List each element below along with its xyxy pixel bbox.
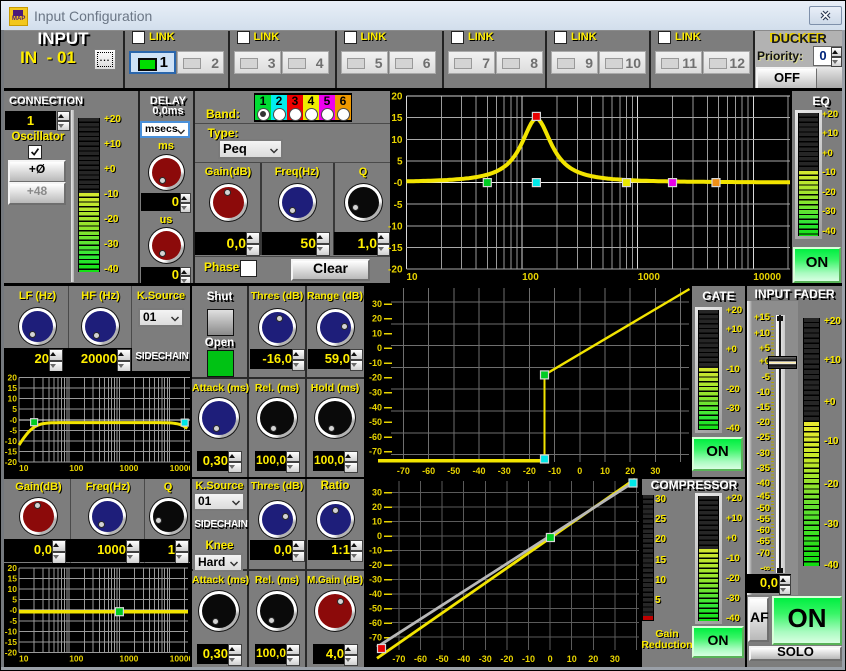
svg-text:10000: 10000 (753, 272, 781, 283)
svg-text:-20: -20 (5, 457, 18, 467)
svg-text:10: 10 (372, 328, 382, 338)
svg-text:10: 10 (600, 466, 610, 476)
svg-text:30: 30 (372, 488, 382, 498)
svg-text:20: 20 (625, 466, 635, 476)
svg-text:5: 5 (12, 404, 17, 414)
svg-text:-30: -30 (369, 388, 382, 398)
svg-text:10: 10 (372, 517, 382, 527)
svg-text:-50: -50 (369, 604, 382, 614)
svg-text:-60: -60 (422, 466, 435, 476)
svg-text:-20: -20 (388, 265, 403, 276)
svg-text:-10: -10 (369, 546, 382, 556)
svg-text:-5: -5 (9, 425, 17, 435)
svg-text:1000: 1000 (638, 272, 661, 283)
svg-text:-50: -50 (447, 466, 460, 476)
svg-text:10: 10 (407, 272, 419, 283)
svg-text:15: 15 (391, 113, 403, 124)
svg-text:1000: 1000 (119, 654, 138, 664)
svg-text:-10: -10 (548, 466, 561, 476)
svg-text:-40: -40 (457, 654, 470, 664)
svg-text:-70: -70 (369, 633, 382, 643)
svg-text:20: 20 (8, 373, 18, 383)
svg-text:10: 10 (8, 394, 18, 404)
svg-text:-20: -20 (523, 466, 536, 476)
svg-text:-50: -50 (369, 417, 382, 427)
svg-text:-0: -0 (9, 415, 17, 425)
svg-text:30: 30 (650, 466, 660, 476)
svg-text:-60: -60 (369, 618, 382, 628)
svg-text:-5: -5 (394, 200, 403, 211)
svg-text:-30: -30 (498, 466, 511, 476)
svg-text:30: 30 (610, 654, 620, 664)
svg-text:10: 10 (19, 463, 29, 473)
svg-text:-20: -20 (5, 648, 18, 658)
svg-text:30: 30 (372, 299, 382, 309)
svg-text:-0: -0 (9, 605, 17, 615)
svg-text:0: 0 (377, 531, 382, 541)
svg-text:15: 15 (8, 383, 18, 393)
svg-text:20: 20 (588, 654, 598, 664)
svg-text:-70: -70 (397, 466, 410, 476)
svg-text:10: 10 (567, 654, 577, 664)
svg-text:-10: -10 (5, 436, 18, 446)
svg-text:10: 10 (19, 654, 29, 664)
svg-text:-40: -40 (472, 466, 485, 476)
svg-text:15: 15 (8, 574, 18, 584)
svg-text:-10: -10 (522, 654, 535, 664)
svg-text:20: 20 (391, 92, 403, 103)
svg-text:-70: -70 (369, 447, 382, 457)
svg-text:-40: -40 (369, 402, 382, 412)
svg-text:-30: -30 (479, 654, 492, 664)
svg-text:-10: -10 (388, 221, 403, 232)
svg-text:20: 20 (8, 563, 18, 573)
svg-text:-10: -10 (5, 626, 18, 636)
svg-text:-15: -15 (388, 243, 403, 254)
svg-text:-15: -15 (5, 447, 18, 457)
svg-text:10: 10 (8, 584, 18, 594)
svg-text:100: 100 (522, 272, 539, 283)
svg-text:20: 20 (372, 314, 382, 324)
svg-text:-15: -15 (5, 637, 18, 647)
svg-text:-5: -5 (9, 616, 17, 626)
svg-text:0: 0 (377, 343, 382, 353)
svg-text:5: 5 (12, 595, 17, 605)
svg-text:-20: -20 (369, 373, 382, 383)
svg-text:20: 20 (372, 502, 382, 512)
svg-text:1000: 1000 (119, 463, 138, 473)
svg-text:-20: -20 (500, 654, 513, 664)
svg-text:-30: -30 (369, 575, 382, 585)
svg-text:-20: -20 (369, 560, 382, 570)
svg-text:-40: -40 (369, 589, 382, 599)
svg-text:0: 0 (577, 466, 582, 476)
svg-text:-60: -60 (414, 654, 427, 664)
svg-text:-0: -0 (394, 178, 403, 189)
svg-text:100: 100 (69, 463, 83, 473)
svg-text:100: 100 (69, 654, 83, 664)
svg-text:-10: -10 (369, 358, 382, 368)
svg-text:0: 0 (548, 654, 553, 664)
svg-text:5: 5 (397, 157, 403, 168)
svg-text:-60: -60 (369, 432, 382, 442)
svg-text:-70: -70 (392, 654, 405, 664)
svg-text:-50: -50 (436, 654, 449, 664)
svg-text:10: 10 (391, 135, 403, 146)
